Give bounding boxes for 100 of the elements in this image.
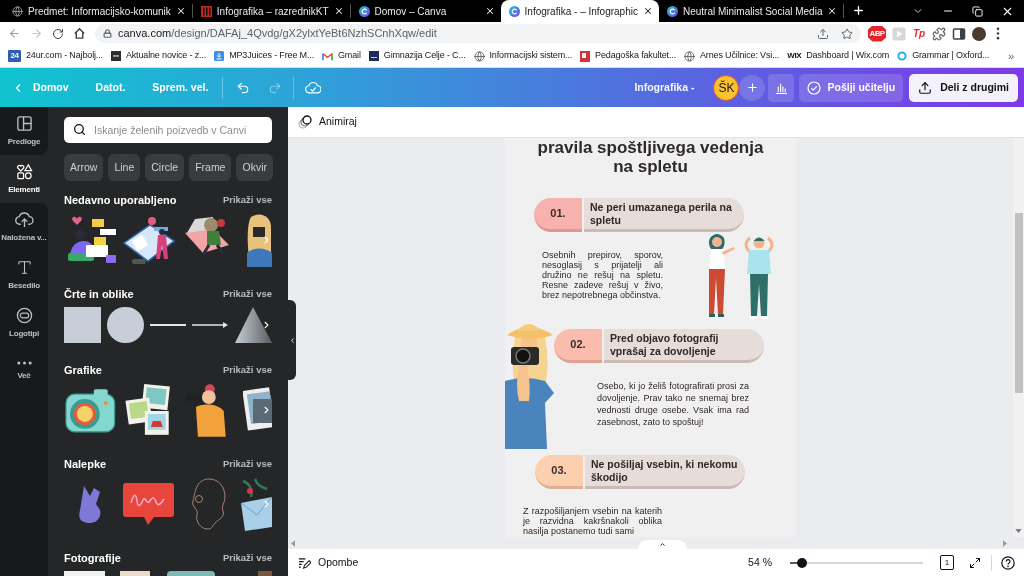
browser-tab[interactable]: Infografika - – Infographic	[500, 0, 659, 22]
bookmark-item[interactable]: Pedagoška fakultet...	[580, 49, 676, 63]
show-all-link[interactable]: Prikaži vse	[222, 550, 272, 566]
bars-logo-icon	[200, 5, 212, 17]
show-all-link[interactable]: Prikaži vse	[222, 192, 272, 208]
bookmark-item[interactable]: Aktualne novice - z...	[110, 49, 207, 63]
circle-logo-icon	[508, 5, 520, 17]
undo-icon[interactable]	[236, 80, 251, 95]
page-count-button[interactable]: 1	[940, 555, 954, 570]
scrollbar-thumb[interactable]	[1014, 213, 1023, 393]
triangle-shape[interactable]	[235, 307, 272, 343]
cloud-check-icon[interactable]	[305, 81, 322, 94]
browser-tab[interactable]: Neutral Minimalist Social Media	[658, 0, 844, 22]
circle-logo-icon	[358, 5, 370, 17]
puzzle-icon[interactable]	[932, 26, 946, 41]
search-field[interactable]: Iskanje želenih poizvedb v Canvi	[64, 117, 272, 143]
bookmark-item[interactable]: MP3Juices - Free M...	[214, 49, 314, 63]
zoom-slider[interactable]	[790, 557, 923, 568]
suggestion-chip[interactable]: Circle	[145, 154, 185, 181]
infographic-title: pravila spoštljivega vedenja na spletu	[537, 138, 764, 176]
bookmark-item[interactable]: Arnes Učilnice: Vsi...	[684, 49, 780, 63]
browser-tab[interactable]: Domov – Canva	[350, 0, 501, 22]
speech-bubble-sticker[interactable]	[122, 481, 175, 527]
notes-icon	[298, 556, 311, 569]
notes-button[interactable]: Opombe	[298, 554, 359, 571]
zoom-value[interactable]: 54 %	[748, 554, 772, 571]
envelope-sticker[interactable]	[241, 477, 272, 531]
address-field[interactable]: canva.com/design/DAFAj_4Qvdg/gX2ylxtYeBt6NzhSCnhXqw/edit	[95, 24, 861, 43]
bookmark-item[interactable]: 24 24ur.com - Najbolj...	[8, 49, 103, 63]
ring-icon	[897, 51, 908, 61]
close-icon[interactable]	[175, 6, 186, 16]
bookmark-item[interactable]: Grammar | Oxford...	[897, 49, 990, 63]
bookmark-item[interactable]: Gmail	[322, 49, 361, 63]
cloud-upload-icon	[14, 210, 34, 228]
new-tab-icon[interactable]	[852, 4, 866, 17]
slider-thumb[interactable]	[796, 557, 807, 568]
arrow-shape[interactable]	[192, 321, 229, 329]
show-all-link[interactable]: Prikaži vse	[222, 456, 272, 472]
head-outline-sticker[interactable]	[189, 477, 227, 531]
site-logo: WIX	[787, 50, 802, 62]
section-title: Črte in oblike	[64, 286, 134, 302]
stop-sign-logo[interactable]: ABP	[868, 25, 886, 42]
rule-heading: Ne peri umazanega perila na spletu	[584, 198, 744, 232]
bookmark-item[interactable]: WIX Dashboard | Wix.com	[787, 49, 890, 63]
globe-icon	[684, 50, 695, 62]
camera-sticker[interactable]	[64, 386, 117, 434]
tile-logo-icon	[110, 51, 121, 61]
browser-tab[interactable]: Infografika – razrednikKT	[192, 0, 350, 22]
menu-icon[interactable]	[996, 27, 1000, 40]
suggestion-chip[interactable]: Okvir	[236, 154, 273, 181]
share-button[interactable]: Deli z drugimi	[909, 73, 1018, 102]
animate-button[interactable]: Animiraj	[298, 114, 357, 130]
check-circle-icon	[807, 80, 822, 95]
add-button[interactable]	[739, 74, 766, 101]
share-icon[interactable]	[817, 27, 829, 40]
sidebar-tab[interactable]: Predloge	[0, 107, 48, 155]
suggestion-chip[interactable]: Arrow	[64, 154, 104, 181]
collapse-tab[interactable]	[288, 300, 296, 380]
back-icon[interactable]	[8, 27, 21, 40]
close-icon[interactable]	[642, 6, 653, 16]
plus-icon	[745, 81, 759, 94]
show-all-link[interactable]: Prikaži vse	[222, 286, 272, 302]
help-icon[interactable]	[1001, 555, 1015, 570]
bookmark-item[interactable]: Informacijski sistem...	[473, 49, 573, 63]
insights-button[interactable]	[768, 73, 795, 102]
fullscreen-icon[interactable]	[969, 556, 981, 569]
rule-heading: Pred objavo fotografij vprašaj za dovoljenje	[604, 329, 764, 363]
text-icon	[15, 258, 33, 276]
site-logo: 24	[8, 50, 21, 62]
photo-placeholder[interactable]	[167, 571, 215, 576]
mail-icon	[322, 51, 333, 61]
vertical-scrollbar[interactable]	[1013, 138, 1024, 537]
suggestion-chip[interactable]: Frame	[189, 154, 232, 181]
close-icon[interactable]	[827, 6, 838, 16]
photos-sticker[interactable]	[124, 383, 173, 437]
sidebar-tab[interactable]: Več	[0, 347, 48, 395]
star-icon[interactable]	[841, 27, 853, 40]
globe-icon	[12, 5, 23, 17]
send-button[interactable]: Pošlji učitelju	[799, 73, 904, 102]
user-avatar[interactable]: ŠK	[713, 74, 740, 101]
sidebar-tab[interactable]: Naložena v...	[0, 203, 48, 251]
more-bookmarks-button[interactable]: »	[1007, 47, 1014, 65]
restore-icon[interactable]	[972, 5, 983, 17]
sidebar-tab[interactable]: Besedilo	[0, 251, 48, 299]
person-illustration[interactable]	[247, 213, 272, 267]
side-panel-icon[interactable]	[952, 26, 966, 41]
sidebar-tab[interactable]: Logotipi	[0, 299, 48, 347]
browser-tab[interactable]: Predmet: Informacijsko-komunik	[4, 0, 192, 22]
avatar-icon[interactable]	[972, 26, 986, 41]
scroll-down-icon[interactable]	[1015, 529, 1022, 533]
reload-icon[interactable]	[52, 27, 64, 40]
bar-chart-icon	[774, 81, 788, 94]
document-title[interactable]: Infografika -	[634, 79, 695, 96]
extension-logo[interactable]: Tp	[912, 26, 926, 41]
suggestion-chip[interactable]: Line	[108, 154, 141, 181]
show-all-link[interactable]: Prikaži vse	[222, 362, 272, 378]
home-icon[interactable]	[73, 27, 86, 40]
bookmark-item[interactable]: Gimnazija Celje - C...	[368, 49, 466, 63]
close-icon[interactable]	[484, 6, 495, 16]
close-icon[interactable]	[333, 6, 344, 16]
